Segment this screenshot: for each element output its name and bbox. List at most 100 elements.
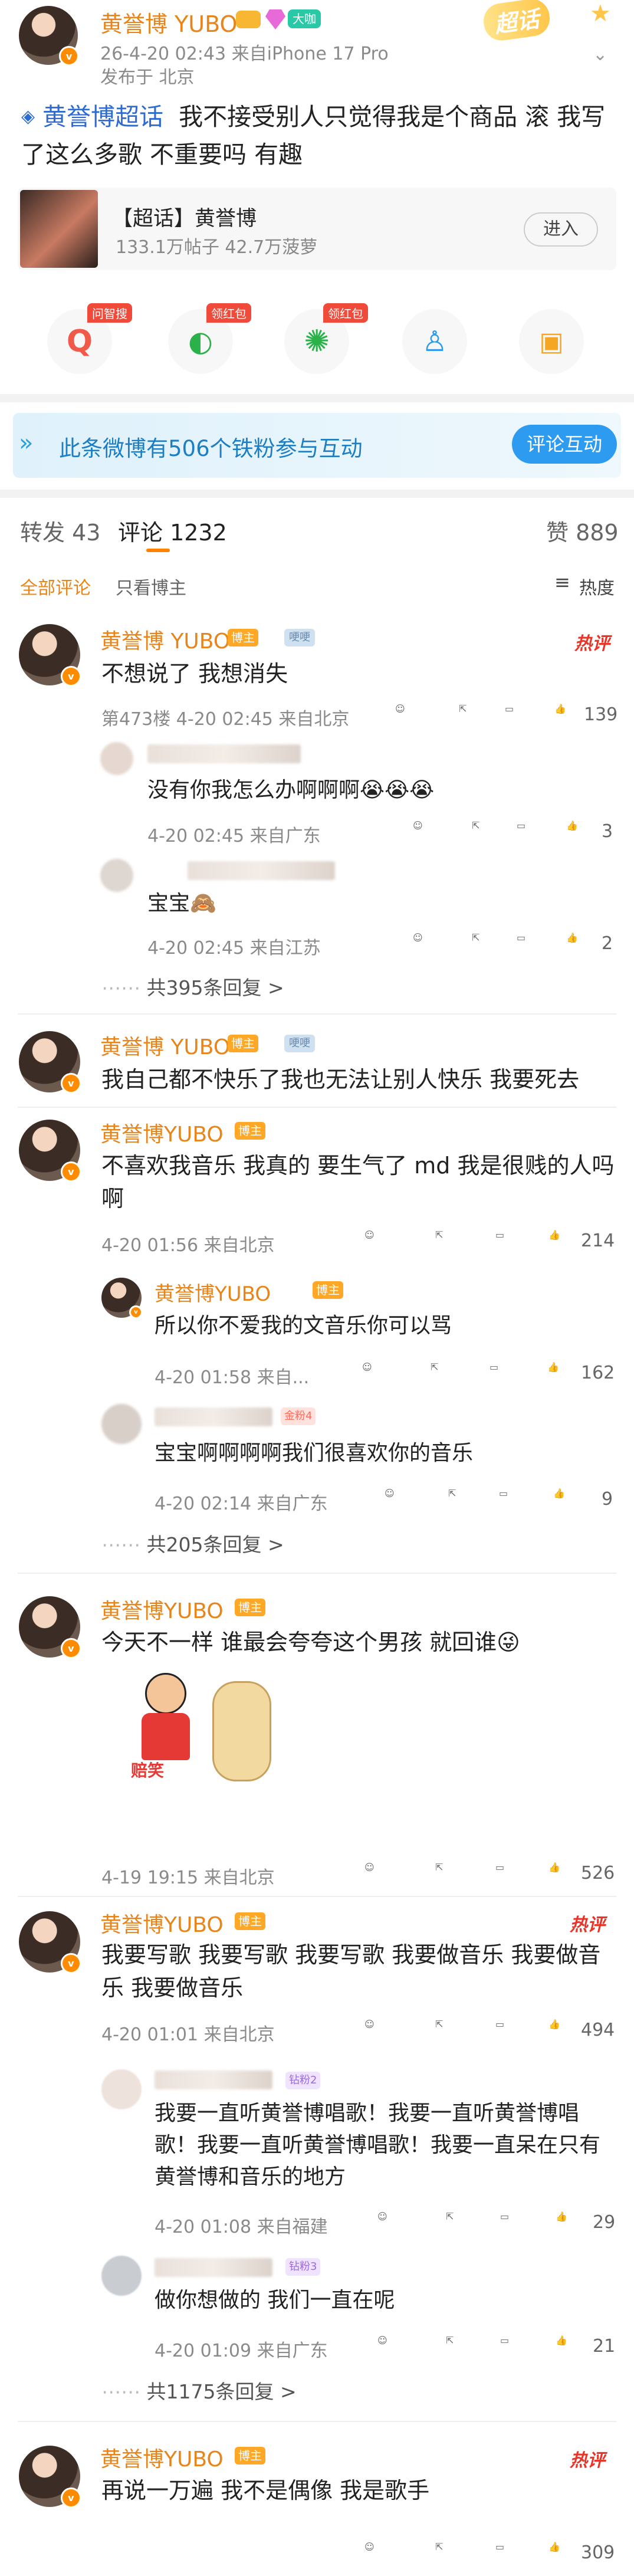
filter-author-only[interactable]: 只看博主 xyxy=(116,573,186,599)
like-icon[interactable]: 👍 xyxy=(556,2335,578,2357)
reward-icon[interactable]: ☺ xyxy=(362,1361,385,1384)
reply-avatar[interactable] xyxy=(101,2256,142,2296)
share-icon[interactable]: ⇱ xyxy=(435,1862,458,1884)
share-icon[interactable]: ⇱ xyxy=(446,2211,468,2233)
comment-meta: 4-20 01:56 来自北京 xyxy=(101,1235,275,1256)
like-count: 526 xyxy=(581,1863,615,1883)
share-icon[interactable]: ⇱ xyxy=(431,1361,453,1384)
image-save-icon: ▣ xyxy=(539,326,564,357)
like-icon[interactable]: 👍 xyxy=(556,2211,578,2233)
like-icon[interactable]: 👍 xyxy=(566,820,589,842)
commenter-name[interactable]: 黄誉博YUBO xyxy=(100,1594,224,1625)
enter-button[interactable]: 进入 xyxy=(524,212,598,247)
sticker-boy-body xyxy=(142,1713,190,1760)
reward-icon[interactable]: ☺ xyxy=(413,932,435,954)
fan-level-tag: 钻粉2 xyxy=(285,2072,321,2089)
supertopic-title: 【超话】黄誉博 xyxy=(112,207,257,231)
commenter-name[interactable]: 黄誉博 YUBO xyxy=(100,624,230,655)
reply-icon[interactable]: ▭ xyxy=(517,820,539,842)
avatar[interactable]: v xyxy=(19,1911,81,1974)
view-more-replies[interactable]: ⋯⋯ 共1175条回复 > xyxy=(101,2376,297,2404)
tab-repost[interactable]: 转发 43 xyxy=(20,514,100,547)
avatar[interactable]: v xyxy=(19,1596,81,1659)
like-count: 162 xyxy=(581,1363,615,1383)
reply-text: 所以你不爱我的文音乐你可以骂 xyxy=(155,1314,452,1338)
like-icon[interactable]: 👍 xyxy=(547,1361,570,1384)
supertopic-stats: 133.1万帖子 42.7万菠萝 xyxy=(116,237,318,258)
commenter-name[interactable]: 黄誉博YUBO xyxy=(100,1908,224,1938)
share-icon[interactable]: ⇱ xyxy=(472,932,494,954)
save-image-button[interactable]: ▣ xyxy=(519,309,584,374)
author-tag: 博主 xyxy=(228,629,258,647)
reward-icon[interactable]: ☺ xyxy=(385,1488,407,1510)
author-avatar[interactable]: v xyxy=(19,6,79,66)
reply-icon[interactable]: ▭ xyxy=(505,703,527,726)
reply-name[interactable]: 黄誉博YUBO xyxy=(155,1278,271,1307)
reward-icon[interactable]: ☺ xyxy=(364,1862,387,1884)
reply-avatar[interactable]: v xyxy=(101,1278,143,1319)
share-icon[interactable]: ⇱ xyxy=(459,703,481,726)
like-icon[interactable]: 👍 xyxy=(548,2019,571,2041)
like-icon[interactable]: 👍 xyxy=(548,1229,571,1252)
filter-all[interactable]: 全部评论 xyxy=(20,573,91,599)
commenter-name[interactable]: 黄誉博YUBO xyxy=(100,2442,224,2473)
diamond-icon xyxy=(265,9,285,29)
comment-text: 我自己都不快乐了我也无法让别人快乐 我要死去 xyxy=(101,1067,580,1092)
reply-icon[interactable]: ▭ xyxy=(500,2335,523,2357)
reward-icon[interactable]: ☺ xyxy=(395,703,418,726)
view-more-replies[interactable]: ⋯⋯ 共395条回复 > xyxy=(101,972,284,1000)
reply-icon[interactable]: ▭ xyxy=(495,1862,518,1884)
share-icon[interactable]: ⇱ xyxy=(435,2019,458,2041)
smart-search-icon: Q xyxy=(66,324,93,359)
avatar[interactable]: v xyxy=(19,1120,81,1182)
commenter-name[interactable]: 黄誉博YUBO xyxy=(100,1117,224,1148)
author-tag: 博主 xyxy=(235,1599,265,1616)
like-icon[interactable]: 👍 xyxy=(548,2541,571,2564)
share-icon[interactable]: ⇱ xyxy=(446,2335,468,2357)
supertopic-link[interactable]: 黄誉博超话 xyxy=(42,103,163,131)
reply-avatar[interactable] xyxy=(101,2069,142,2109)
reply-icon[interactable]: ▭ xyxy=(490,1361,512,1384)
reply-icon[interactable]: ▭ xyxy=(495,1229,518,1252)
like-icon[interactable]: 👍 xyxy=(566,932,589,954)
reward-icon[interactable]: ☺ xyxy=(413,820,435,842)
like-count: 139 xyxy=(584,704,618,725)
reply-icon[interactable]: ▭ xyxy=(517,932,539,954)
qq-share-button[interactable]: ♙ xyxy=(402,309,467,374)
reply-icon[interactable]: ▭ xyxy=(500,2211,523,2233)
reply-icon[interactable]: ▭ xyxy=(495,2541,518,2564)
reward-icon[interactable]: ☺ xyxy=(364,1229,387,1252)
more-menu-icon[interactable]: ⌄ xyxy=(593,44,607,65)
view-more-replies[interactable]: ⋯⋯ 共205条回复 > xyxy=(101,1529,284,1557)
reply-avatar[interactable] xyxy=(100,742,133,775)
reply-text: 做你想做的 我们一直在呢 xyxy=(155,2288,395,2312)
verified-icon: v xyxy=(59,46,79,66)
share-icon[interactable]: ⇱ xyxy=(435,1229,458,1252)
reward-icon[interactable]: ☺ xyxy=(377,2211,400,2233)
reply-icon[interactable]: ▭ xyxy=(495,2019,518,2041)
avatar[interactable]: v xyxy=(19,2446,81,2508)
share-icon[interactable]: ⇱ xyxy=(448,1488,471,1510)
reply-avatar[interactable] xyxy=(101,1404,142,1444)
reward-icon[interactable]: ☺ xyxy=(377,2335,400,2357)
sort-hot[interactable]: 热度 xyxy=(579,573,615,599)
reply-name-blurred xyxy=(155,1407,272,1426)
reply-name-blurred xyxy=(155,2258,272,2277)
reply-avatar[interactable] xyxy=(100,859,133,892)
reward-icon[interactable]: ☺ xyxy=(364,2019,387,2041)
like-icon[interactable]: 👍 xyxy=(553,1488,576,1510)
comment-interact-button[interactable]: 评论互动 xyxy=(512,425,617,464)
like-icon[interactable]: 👍 xyxy=(554,703,577,726)
reward-icon[interactable]: ☺ xyxy=(364,2541,387,2564)
avatar[interactable]: v xyxy=(19,1031,81,1094)
tab-like[interactable]: 赞 889 xyxy=(546,514,619,547)
like-icon[interactable]: 👍 xyxy=(548,1862,571,1884)
author-name[interactable]: 黄誉博 YUBO xyxy=(100,6,237,38)
tab-comment[interactable]: 评论 1232 xyxy=(118,514,227,547)
verified-icon: v xyxy=(60,1161,81,1182)
commenter-name[interactable]: 黄誉博 YUBO xyxy=(100,1030,230,1061)
share-icon[interactable]: ⇱ xyxy=(472,820,494,842)
avatar[interactable]: v xyxy=(19,624,81,687)
share-icon[interactable]: ⇱ xyxy=(435,2541,458,2564)
reply-icon[interactable]: ▭ xyxy=(499,1488,521,1510)
